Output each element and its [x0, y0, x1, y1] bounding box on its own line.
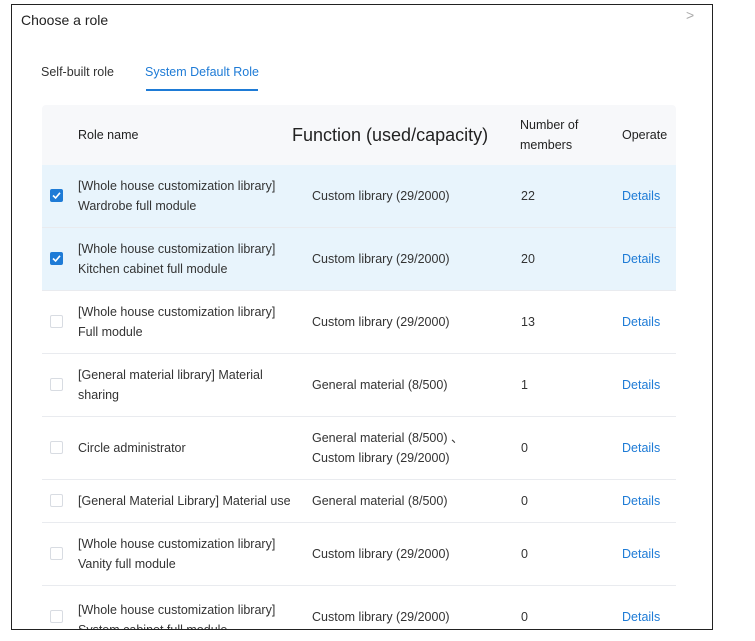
role-name-cell: [Whole house customization library] Kitch…	[78, 228, 292, 290]
function-line: General material (8/500) 、	[312, 431, 464, 445]
active-tab-indicator	[146, 89, 258, 91]
function-cell: Custom library (29/2000)	[312, 165, 502, 227]
roles-table: Role name Function (used/capacity) Numbe…	[42, 105, 676, 630]
role-name-line: sharing	[78, 388, 119, 402]
role-name-line: [Whole house customization library]	[78, 537, 276, 551]
header-members-line1: Number of	[520, 118, 579, 132]
function-cell: General material (8/500)	[312, 354, 502, 416]
role-name-cell: Circle administrator	[78, 417, 292, 479]
checkbox[interactable]	[50, 315, 63, 328]
tab-self-built-role[interactable]: Self-built role	[41, 65, 114, 79]
details-link[interactable]: Details	[622, 480, 660, 522]
role-name-cell: [General Material Library] Material use	[78, 480, 292, 522]
table-row[interactable]: [General Material Library] Material use G…	[42, 480, 676, 523]
function-cell: Custom library (29/2000)	[312, 586, 502, 629]
checkbox-checked[interactable]	[50, 252, 63, 265]
table-row[interactable]: [Whole house customization library] Wardr…	[42, 165, 676, 228]
header-operate: Operate	[622, 128, 668, 142]
choose-role-dialog: Choose a role > Self-built role System D…	[11, 4, 713, 630]
function-line: Custom library (29/2000)	[312, 189, 450, 203]
role-name-line: [Whole house customization library]	[78, 603, 276, 617]
function-cell: Custom library (29/2000)	[312, 523, 502, 585]
header-members-line2: members	[520, 138, 573, 152]
details-link[interactable]: Details	[622, 165, 660, 227]
details-link[interactable]: Details	[622, 586, 660, 629]
table-row[interactable]: [Whole house customization library] Vanit…	[42, 523, 676, 586]
function-line: Custom library (29/2000)	[312, 610, 450, 624]
role-name-line: [Whole house customization library]	[78, 305, 276, 319]
checkbox[interactable]	[50, 494, 63, 507]
role-name-line: [Whole house customization library]	[78, 242, 276, 256]
table-row[interactable]: Circle administrator General material (8/…	[42, 417, 676, 480]
member-count: 0	[521, 494, 528, 508]
close-icon[interactable]: >	[686, 7, 694, 23]
checkbox[interactable]	[50, 441, 63, 454]
role-name-cell: [General material library] Material shari…	[78, 354, 292, 416]
details-link[interactable]: Details	[622, 354, 660, 416]
details-link[interactable]: Details	[622, 291, 660, 353]
details-link[interactable]: Details	[622, 523, 660, 585]
checkmark-icon	[52, 255, 61, 263]
function-line: Custom library (29/2000)	[312, 315, 450, 329]
member-count: 20	[521, 252, 535, 266]
table-row[interactable]: [Whole house customization library] Kitch…	[42, 228, 676, 291]
header-role-name: Role name	[78, 128, 139, 142]
function-cell: General material (8/500) 、 Custom library…	[312, 417, 502, 479]
function-cell: General material (8/500)	[312, 480, 502, 522]
checkbox[interactable]	[50, 378, 63, 391]
role-name-line: Wardrobe full module	[78, 199, 197, 213]
checkbox-checked[interactable]	[50, 189, 63, 202]
checkmark-icon	[52, 192, 61, 200]
role-name-line: [General material library] Material	[78, 368, 263, 382]
details-link[interactable]: Details	[622, 417, 660, 479]
header-number-of-members: Number of members	[520, 105, 578, 165]
table-row[interactable]: [Whole house customization library] Syste…	[42, 586, 676, 630]
function-line: Custom library (29/2000)	[312, 252, 450, 266]
member-count: 22	[521, 189, 535, 203]
member-count: 1	[521, 378, 528, 392]
role-name-cell: [Whole house customization library] Full …	[78, 291, 292, 353]
table-header: Role name Function (used/capacity) Numbe…	[42, 105, 676, 165]
function-line: General material (8/500)	[312, 378, 448, 392]
role-name-cell: [Whole house customization library] Vanit…	[78, 523, 292, 585]
function-cell: Custom library (29/2000)	[312, 228, 502, 290]
table-row[interactable]: [General material library] Material shari…	[42, 354, 676, 417]
member-count: 0	[521, 547, 528, 561]
role-name-line: [General Material Library] Material use	[78, 494, 291, 508]
header-function: Function (used/capacity)	[292, 124, 489, 145]
details-link[interactable]: Details	[622, 228, 660, 290]
role-name-line: Vanity full module	[78, 557, 176, 571]
role-name-line: System cabinet full module	[78, 623, 228, 630]
function-line: General material (8/500)	[312, 494, 448, 508]
tab-system-default-role[interactable]: System Default Role	[145, 65, 259, 79]
role-name-line: Kitchen cabinet full module	[78, 262, 228, 276]
member-count: 0	[521, 610, 528, 624]
role-name-line: [Whole house customization library]	[78, 179, 276, 193]
member-count: 13	[521, 315, 535, 329]
dialog-title: Choose a role	[21, 12, 109, 28]
role-name-cell: [Whole house customization library] Syste…	[78, 586, 292, 630]
function-cell: Custom library (29/2000)	[312, 291, 502, 353]
table-row[interactable]: [Whole house customization library] Full …	[42, 291, 676, 354]
member-count: 0	[521, 441, 528, 455]
role-name-line: Full module	[78, 325, 143, 339]
function-line: Custom library (29/2000)	[312, 451, 450, 465]
function-line: Custom library (29/2000)	[312, 547, 450, 561]
checkbox[interactable]	[50, 610, 63, 623]
role-name-cell: [Whole house customization library] Wardr…	[78, 165, 292, 227]
role-name-line: Circle administrator	[78, 441, 186, 455]
table-body: [Whole house customization library] Wardr…	[42, 165, 676, 630]
checkbox[interactable]	[50, 547, 63, 560]
